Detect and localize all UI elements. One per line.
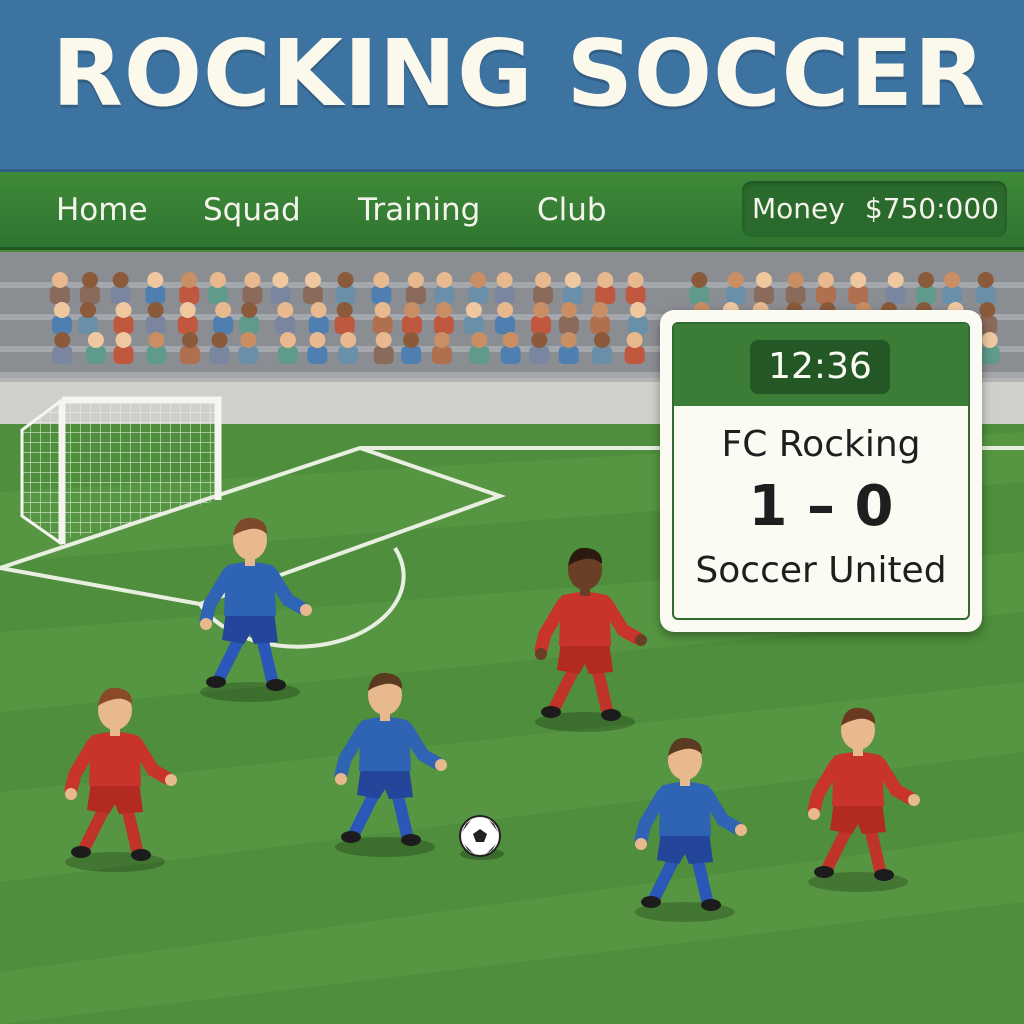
crowd-fan bbox=[371, 272, 392, 304]
nav-club[interactable]: Club bbox=[537, 192, 607, 229]
money-label: Money bbox=[752, 192, 845, 225]
crowd-fan bbox=[52, 332, 73, 364]
crowd-fan bbox=[113, 302, 134, 334]
crowd-fan bbox=[979, 332, 1000, 364]
crowd-fan bbox=[302, 272, 323, 304]
match-clock: 12:36 bbox=[750, 340, 890, 394]
crowd-fan bbox=[78, 302, 99, 334]
crowd-fan bbox=[624, 332, 645, 364]
crowd-fan bbox=[558, 332, 579, 364]
crowd-fan bbox=[529, 332, 550, 364]
crowd-fan bbox=[463, 302, 484, 334]
crowd-fan bbox=[180, 332, 201, 364]
crowd-fan bbox=[533, 272, 554, 304]
crowd-fan bbox=[373, 332, 394, 364]
crowd-fan bbox=[627, 302, 648, 334]
crowd-fan bbox=[433, 302, 454, 334]
crowd-fan bbox=[848, 272, 869, 304]
crowd-fan bbox=[975, 272, 996, 304]
crowd-fan bbox=[85, 332, 106, 364]
crowd-fan bbox=[335, 272, 356, 304]
crowd-fan bbox=[177, 302, 198, 334]
crowd-fan bbox=[625, 272, 646, 304]
crowd-fan bbox=[494, 272, 515, 304]
crowd-fan bbox=[209, 332, 230, 364]
crowd-fan bbox=[689, 272, 710, 304]
crowd-fan bbox=[401, 332, 422, 364]
crowd-fan bbox=[51, 302, 72, 334]
match-score: 1 – 0 bbox=[748, 474, 894, 539]
crowd-fan bbox=[562, 272, 583, 304]
crowd-fan bbox=[270, 272, 291, 304]
crowd-fan bbox=[469, 332, 490, 364]
crowd-fan bbox=[334, 302, 355, 334]
scoreboard-header: 12:36 bbox=[674, 324, 968, 406]
money-display: Money $750:000 bbox=[742, 181, 1007, 237]
crowd-fan bbox=[558, 302, 579, 334]
crowd-fan bbox=[277, 332, 298, 364]
crowd-fan bbox=[307, 332, 328, 364]
crowd-fan bbox=[79, 272, 100, 304]
crowd-fan bbox=[308, 302, 329, 334]
crowd-fan bbox=[145, 272, 166, 304]
crowd-fan bbox=[110, 272, 131, 304]
crowd-fan bbox=[145, 302, 166, 334]
scoreboard: 12:36 FC Rocking 1 – 0 Soccer United bbox=[660, 310, 982, 632]
crowd-fan bbox=[468, 272, 489, 304]
crowd-fan bbox=[146, 332, 167, 364]
crowd-fan bbox=[885, 272, 906, 304]
crowd-fan bbox=[49, 272, 70, 304]
crowd-fan bbox=[338, 332, 359, 364]
crowd-fan bbox=[372, 302, 393, 334]
crowd-fan bbox=[942, 272, 963, 304]
crowd-fan bbox=[179, 272, 200, 304]
crowd-fan bbox=[915, 272, 936, 304]
crowd-fan bbox=[242, 272, 263, 304]
crowd-fan bbox=[592, 332, 613, 364]
nav-bar: Home Squad Training Club Money $750:000 bbox=[0, 172, 1024, 250]
crowd-fan bbox=[500, 332, 521, 364]
crowd-fan bbox=[431, 332, 452, 364]
nav-squad[interactable]: Squad bbox=[203, 192, 301, 229]
crowd-fan bbox=[434, 272, 455, 304]
crowd-fan bbox=[815, 272, 836, 304]
crowd-fan bbox=[207, 272, 228, 304]
crowd-fan bbox=[753, 272, 774, 304]
money-value: $750:000 bbox=[864, 192, 999, 225]
crowd-fan bbox=[725, 272, 746, 304]
home-team-name: FC Rocking bbox=[721, 424, 921, 465]
nav-training[interactable]: Training bbox=[358, 192, 480, 229]
crowd-fan bbox=[238, 332, 259, 364]
scoreboard-panel: 12:36 FC Rocking 1 – 0 Soccer United bbox=[672, 322, 970, 620]
crowd-fan bbox=[530, 302, 551, 334]
crowd-fan bbox=[785, 272, 806, 304]
away-team-name: Soccer United bbox=[695, 550, 947, 591]
crowd-fan bbox=[113, 332, 134, 364]
crowd-fan bbox=[401, 302, 422, 334]
crowd-fan bbox=[590, 302, 611, 334]
crowd-fan bbox=[275, 302, 296, 334]
crowd-fan bbox=[213, 302, 234, 334]
game-title: ROCKING SOCCER bbox=[52, 20, 986, 127]
title-banner: ROCKING SOCCER bbox=[0, 0, 1024, 172]
crowd-fan bbox=[495, 302, 516, 334]
nav-home[interactable]: Home bbox=[56, 192, 148, 229]
crowd-fan bbox=[239, 302, 260, 334]
crowd-fan bbox=[595, 272, 616, 304]
crowd-fan bbox=[405, 272, 426, 304]
